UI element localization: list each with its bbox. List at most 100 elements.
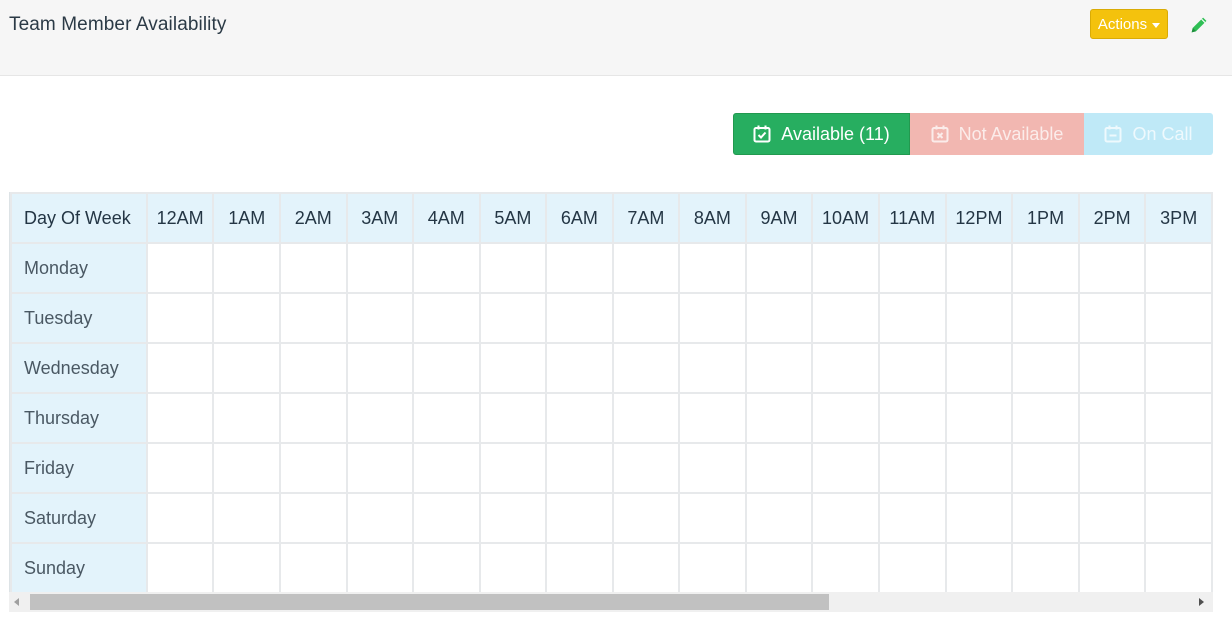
availability-cell[interactable] bbox=[212, 242, 281, 294]
not-available-button[interactable]: Not Available bbox=[910, 113, 1084, 155]
availability-cell[interactable] bbox=[611, 442, 681, 494]
availability-cell[interactable] bbox=[145, 542, 215, 592]
availability-cell[interactable] bbox=[811, 242, 880, 294]
availability-cell[interactable] bbox=[1144, 242, 1213, 294]
availability-cell[interactable] bbox=[611, 342, 681, 394]
availability-cell[interactable] bbox=[1144, 492, 1213, 544]
availability-cell[interactable] bbox=[345, 292, 415, 344]
availability-cell[interactable] bbox=[478, 442, 548, 494]
scrollbar-thumb[interactable] bbox=[30, 594, 829, 610]
availability-cell[interactable] bbox=[345, 542, 415, 592]
availability-cell[interactable] bbox=[478, 542, 548, 592]
availability-cell[interactable] bbox=[877, 442, 947, 494]
availability-cell[interactable] bbox=[1011, 292, 1080, 344]
availability-cell[interactable] bbox=[478, 292, 548, 344]
availability-cell[interactable] bbox=[1144, 342, 1213, 394]
availability-cell[interactable] bbox=[212, 542, 281, 592]
availability-cell[interactable] bbox=[1011, 542, 1080, 592]
availability-cell[interactable] bbox=[611, 292, 681, 344]
availability-cell[interactable] bbox=[278, 492, 348, 544]
availability-cell[interactable] bbox=[811, 292, 880, 344]
availability-cell[interactable] bbox=[212, 342, 281, 394]
availability-cell[interactable] bbox=[145, 292, 215, 344]
availability-cell[interactable] bbox=[145, 392, 215, 444]
actions-dropdown-button[interactable]: Actions bbox=[1090, 9, 1168, 39]
availability-cell[interactable] bbox=[212, 442, 281, 494]
availability-cell[interactable] bbox=[611, 492, 681, 544]
availability-cell[interactable] bbox=[545, 442, 614, 494]
availability-cell[interactable] bbox=[1077, 442, 1147, 494]
on-call-button[interactable]: On Call bbox=[1084, 113, 1213, 155]
availability-cell[interactable] bbox=[278, 242, 348, 294]
availability-cell[interactable] bbox=[1011, 242, 1080, 294]
availability-cell[interactable] bbox=[944, 442, 1014, 494]
availability-cell[interactable] bbox=[944, 492, 1014, 544]
availability-cell[interactable] bbox=[944, 392, 1014, 444]
availability-cell[interactable] bbox=[611, 392, 681, 444]
availability-cell[interactable] bbox=[678, 292, 747, 344]
availability-cell[interactable] bbox=[545, 492, 614, 544]
availability-cell[interactable] bbox=[944, 292, 1014, 344]
availability-cell[interactable] bbox=[345, 392, 415, 444]
scroll-left-icon[interactable] bbox=[14, 598, 19, 606]
availability-cell[interactable] bbox=[412, 242, 481, 294]
availability-cell[interactable] bbox=[1077, 392, 1147, 444]
availability-cell[interactable] bbox=[212, 292, 281, 344]
availability-cell[interactable] bbox=[545, 242, 614, 294]
availability-cell[interactable] bbox=[412, 392, 481, 444]
availability-cell[interactable] bbox=[877, 242, 947, 294]
availability-cell[interactable] bbox=[145, 242, 215, 294]
availability-cell[interactable] bbox=[877, 492, 947, 544]
availability-cell[interactable] bbox=[678, 442, 747, 494]
availability-cell[interactable] bbox=[1077, 292, 1147, 344]
availability-cell[interactable] bbox=[412, 542, 481, 592]
availability-cell[interactable] bbox=[1144, 542, 1213, 592]
availability-cell[interactable] bbox=[811, 542, 880, 592]
availability-cell[interactable] bbox=[877, 392, 947, 444]
availability-cell[interactable] bbox=[744, 442, 814, 494]
availability-cell[interactable] bbox=[811, 392, 880, 444]
availability-cell[interactable] bbox=[678, 392, 747, 444]
availability-cell[interactable] bbox=[412, 342, 481, 394]
availability-cell[interactable] bbox=[478, 342, 548, 394]
availability-cell[interactable] bbox=[212, 492, 281, 544]
availability-cell[interactable] bbox=[1144, 392, 1213, 444]
availability-cell[interactable] bbox=[1011, 492, 1080, 544]
availability-cell[interactable] bbox=[478, 392, 548, 444]
availability-cell[interactable] bbox=[877, 342, 947, 394]
availability-cell[interactable] bbox=[478, 492, 548, 544]
availability-cell[interactable] bbox=[1011, 442, 1080, 494]
availability-cell[interactable] bbox=[145, 442, 215, 494]
availability-cell[interactable] bbox=[944, 242, 1014, 294]
availability-cell[interactable] bbox=[478, 242, 548, 294]
availability-cell[interactable] bbox=[678, 542, 747, 592]
availability-cell[interactable] bbox=[545, 342, 614, 394]
availability-cell[interactable] bbox=[877, 292, 947, 344]
availability-cell[interactable] bbox=[1077, 242, 1147, 294]
availability-cell[interactable] bbox=[412, 442, 481, 494]
availability-cell[interactable] bbox=[212, 392, 281, 444]
availability-cell[interactable] bbox=[1011, 392, 1080, 444]
availability-cell[interactable] bbox=[545, 542, 614, 592]
availability-cell[interactable] bbox=[678, 242, 747, 294]
availability-cell[interactable] bbox=[744, 492, 814, 544]
availability-cell[interactable] bbox=[345, 242, 415, 294]
availability-cell[interactable] bbox=[611, 242, 681, 294]
availability-cell[interactable] bbox=[744, 292, 814, 344]
availability-cell[interactable] bbox=[345, 442, 415, 494]
availability-cell[interactable] bbox=[744, 392, 814, 444]
availability-cell[interactable] bbox=[944, 342, 1014, 394]
availability-cell[interactable] bbox=[1077, 542, 1147, 592]
availability-cell[interactable] bbox=[412, 492, 481, 544]
availability-cell[interactable] bbox=[678, 492, 747, 544]
availability-cell[interactable] bbox=[345, 492, 415, 544]
availability-cell[interactable] bbox=[1144, 292, 1213, 344]
availability-cell[interactable] bbox=[412, 292, 481, 344]
availability-cell[interactable] bbox=[678, 342, 747, 394]
available-button[interactable]: Available (11) bbox=[733, 113, 910, 155]
availability-cell[interactable] bbox=[1011, 342, 1080, 394]
availability-cell[interactable] bbox=[545, 392, 614, 444]
edit-button[interactable] bbox=[1188, 14, 1210, 36]
horizontal-scrollbar[interactable] bbox=[9, 592, 1213, 612]
availability-cell[interactable] bbox=[145, 492, 215, 544]
